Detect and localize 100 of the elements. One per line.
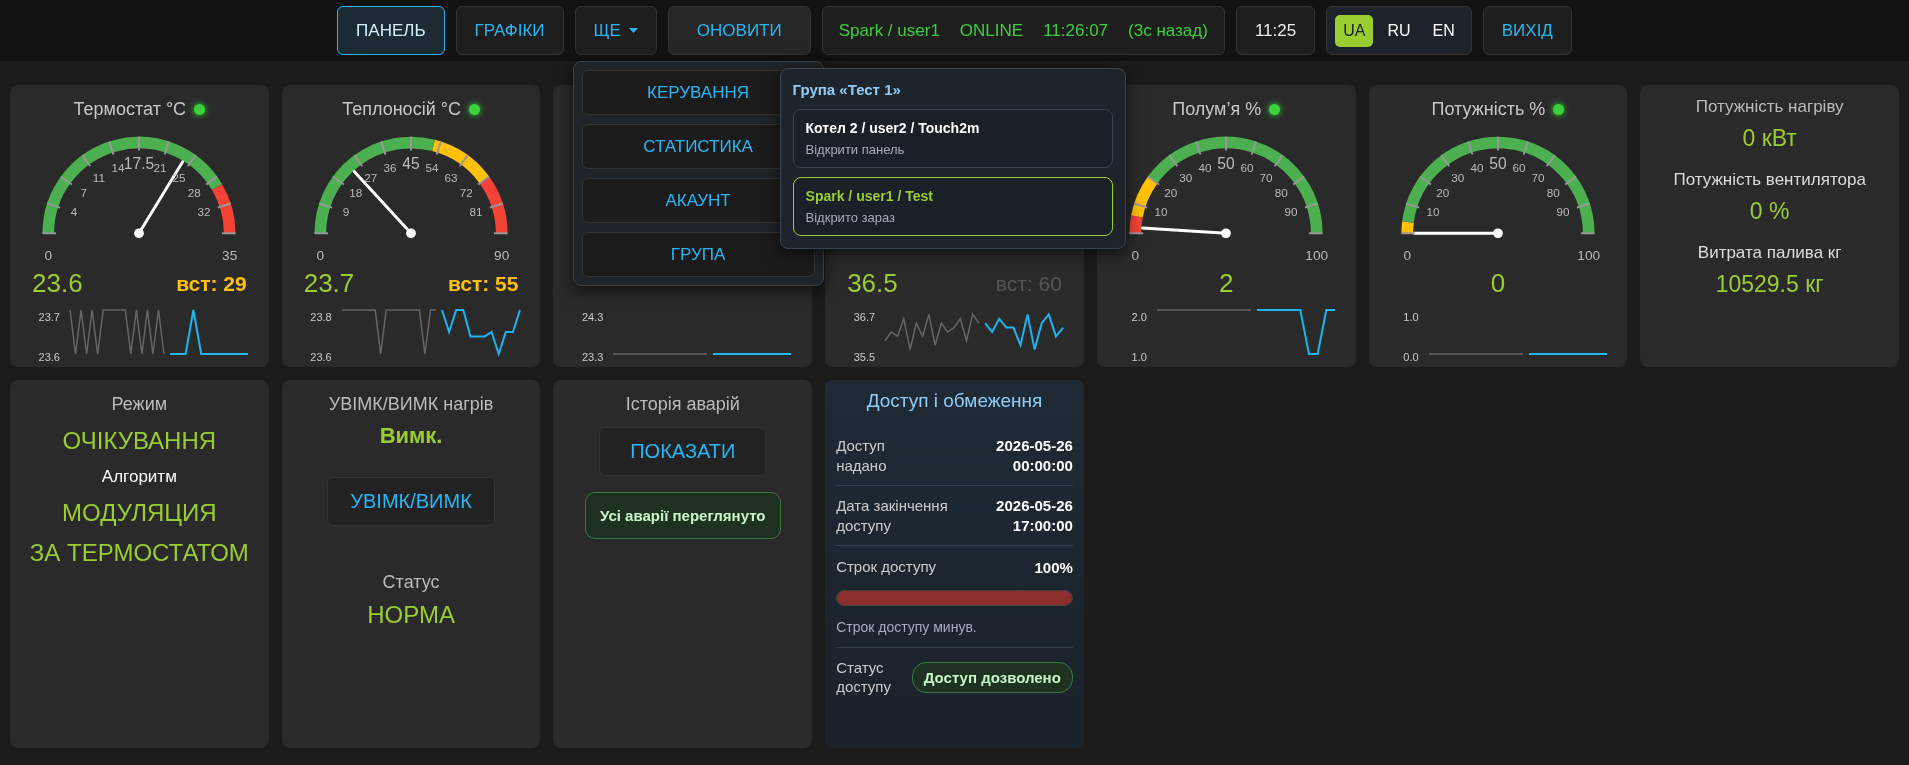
tick-label: 10 <box>1426 205 1440 219</box>
nav-tab[interactable]: ПАНЕЛЬ <box>337 6 445 55</box>
field-label: Статус <box>382 572 440 593</box>
show-button[interactable]: ПОКАЗАТИ <box>599 427 767 476</box>
axis-label: 23.8 <box>309 311 332 323</box>
metric-label: Витрата палива кг <box>1697 243 1842 263</box>
tick-label: 40 <box>1470 161 1484 175</box>
field-label: Алгоритм <box>101 467 177 487</box>
metric-value: 10529.5 кг <box>1715 271 1824 298</box>
logout-button[interactable]: ВИХІД <box>1482 6 1572 55</box>
tick-label: 17.5 <box>124 155 155 173</box>
axis-label: 2.0 <box>1130 311 1147 323</box>
axis-label: 24.3 <box>581 311 604 323</box>
tick-label: 18 <box>349 186 363 200</box>
online-status: ONLINE <box>959 20 1024 41</box>
field-value: 2026-05-26 17:00:00 <box>996 496 1073 535</box>
tick-label: 70 <box>1531 171 1545 185</box>
refresh-button[interactable]: ОНОВИТИ <box>667 6 811 55</box>
language-option[interactable]: RU <box>1379 14 1419 47</box>
setpoint-value: вст: 55 <box>447 271 519 296</box>
heating-state: Вимк. <box>379 423 443 449</box>
tick-label: 30 <box>1451 171 1465 185</box>
card-title: Термостат °C <box>73 99 187 121</box>
card-title: Потужність % <box>1431 99 1546 121</box>
field-label: Статус доступу <box>836 657 891 697</box>
axis-label: 1.0 <box>1130 351 1147 363</box>
tick-label: 45 <box>402 155 420 173</box>
axis-label: 1.0 <box>1402 311 1419 323</box>
device-item[interactable]: Котел 2 / user2 / Touch2m Відкрити панель <box>792 109 1113 168</box>
current-value: 2 <box>1218 268 1234 300</box>
tick-label: 7 <box>80 186 88 200</box>
current-value: 23.7 <box>303 268 355 300</box>
metric-label: Потужність вентилятора <box>1673 170 1866 190</box>
nav-tab[interactable]: ГРАФІКИ <box>455 6 564 55</box>
axis-label: 35.5 <box>852 351 876 363</box>
card-title: Доступ і обмеження <box>865 390 1044 412</box>
tick-label: 32 <box>197 205 211 219</box>
tick-label: 20 <box>1164 186 1178 200</box>
tick-label: 4 <box>71 205 78 219</box>
tick-label: 9 <box>342 205 350 219</box>
tick-label: 80 <box>1546 186 1560 200</box>
tick-label: 0 <box>44 248 53 263</box>
tick-label: 30 <box>1179 171 1193 185</box>
mode-value: ОЧІКУВАННЯ <box>62 427 217 455</box>
device-name: Spark / user1 <box>838 20 940 41</box>
tick-label: 72 <box>459 186 473 200</box>
card-title: Полум’я % <box>1172 99 1262 121</box>
tick-label: 50 <box>1217 155 1235 173</box>
axis-label: 0.0 <box>1402 351 1419 363</box>
update-time: 11:26:07 <box>1043 20 1109 41</box>
language-option[interactable]: EN <box>1424 14 1463 47</box>
algorithm-value: МОДУЛЯЦИЯ <box>62 499 217 527</box>
metric-value: 0 % <box>1749 198 1790 225</box>
clock: 11:25 <box>1235 6 1316 55</box>
tick-label: 60 <box>1512 161 1526 175</box>
axis-label: 23.6 <box>309 351 332 363</box>
tick-label: 54 <box>425 161 439 175</box>
tick-label: 11 <box>93 171 106 185</box>
tick-label: 60 <box>1240 161 1254 175</box>
tick-label: 0 <box>1131 248 1140 263</box>
percent-value: 100% <box>1034 558 1073 578</box>
menu-item[interactable]: ГРУПА <box>581 232 815 277</box>
tick-label: 0 <box>1403 248 1411 263</box>
field-label: Історія аварій <box>625 394 740 415</box>
tick-label: 14 <box>111 161 125 175</box>
field-label: Режим <box>111 394 168 415</box>
language-option[interactable]: UA <box>1335 14 1374 47</box>
tick-label: 100 <box>1305 248 1329 263</box>
field-label: УВІМК/ВИМК нагрів <box>328 394 494 415</box>
tick-label: 35 <box>222 248 238 263</box>
axis-label: 36.7 <box>852 311 876 323</box>
field-label: Строк доступу <box>836 558 936 577</box>
more-menu-button[interactable]: ЩЕ <box>574 6 657 55</box>
algorithm-value: ЗА ТЕРМОСТАТОМ <box>29 539 249 567</box>
metric-value: 0 кВт <box>1742 125 1797 152</box>
caret-icon <box>628 27 638 34</box>
field-value: 2026-05-26 00:00:00 <box>996 436 1073 475</box>
tick-label: 27 <box>364 171 378 185</box>
tick-label: 36 <box>383 161 397 175</box>
axis-label: 23.3 <box>581 351 604 363</box>
toggle-button[interactable]: УВІМК/ВИМК <box>327 477 495 526</box>
tick-label: 80 <box>1274 186 1288 200</box>
update-age: (3с назад) <box>1128 20 1208 41</box>
tick-label: 90 <box>1556 205 1570 219</box>
tick-label: 50 <box>1489 155 1507 173</box>
current-value: 0 <box>1490 268 1506 300</box>
status-badge: Усі аварії переглянуто <box>585 492 781 539</box>
tick-label: 63 <box>444 171 458 185</box>
tick-label: 90 <box>494 248 510 263</box>
field-label: Доступ надано <box>836 436 887 475</box>
tick-label: 70 <box>1259 171 1273 185</box>
axis-label: 23.7 <box>37 311 60 323</box>
status-value: НОРМА <box>367 601 455 629</box>
note-text: Строк доступу минув. <box>836 618 977 635</box>
tick-label: 28 <box>188 186 202 200</box>
tick-label: 20 <box>1436 186 1450 200</box>
current-value: 23.6 <box>32 268 83 300</box>
tick-label: 21 <box>153 161 167 175</box>
device-item[interactable]: Spark / user1 / Test Відкрито зараз <box>792 177 1113 236</box>
tick-label: 81 <box>469 205 483 219</box>
